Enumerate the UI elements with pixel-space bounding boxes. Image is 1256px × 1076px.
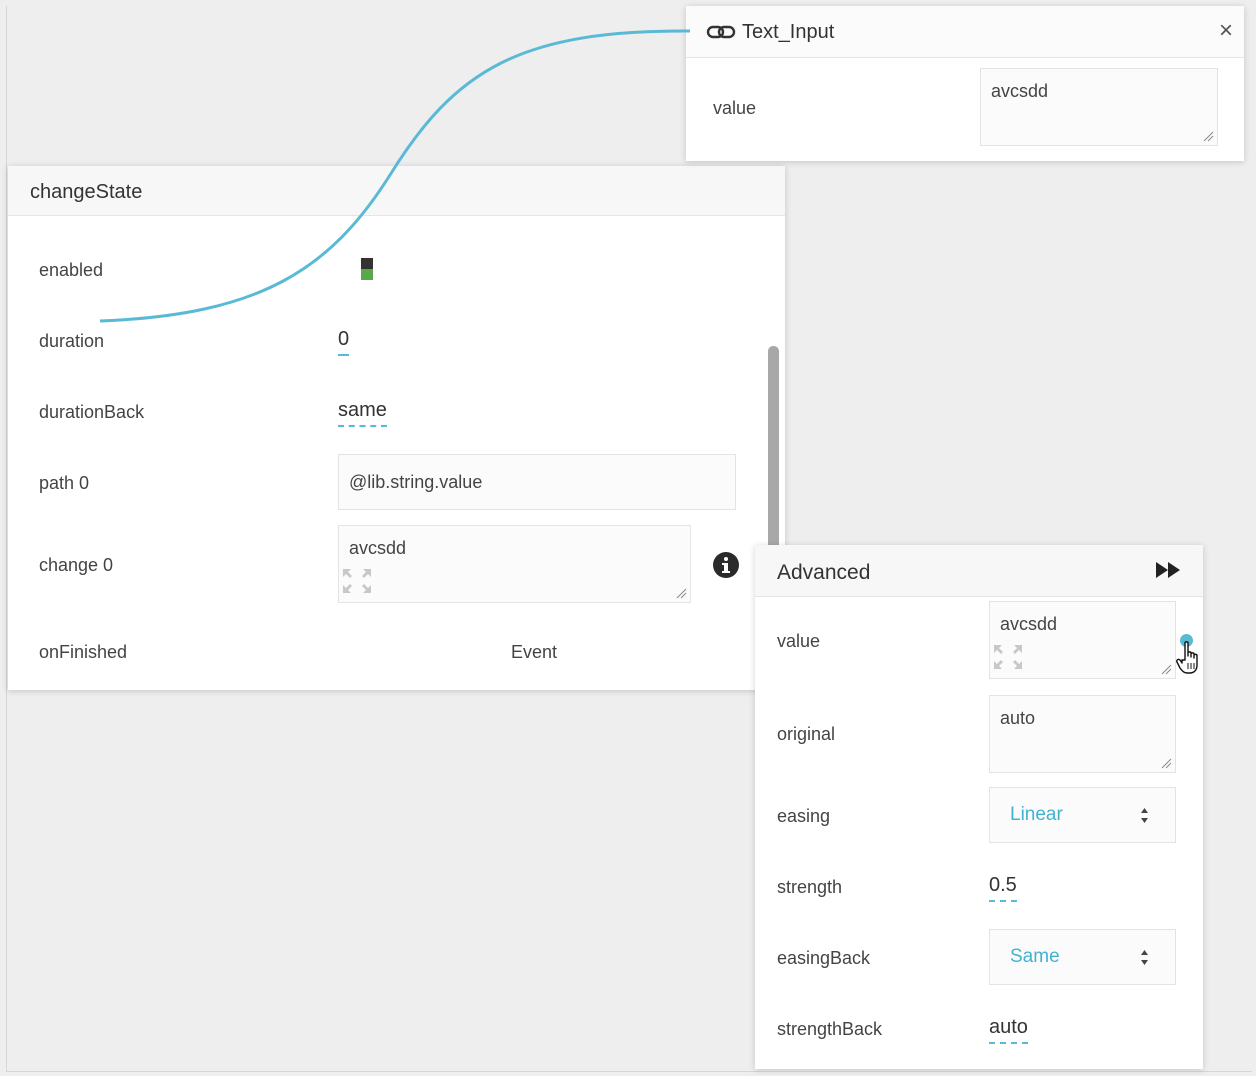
change-state-panel: changeState enabled duration 0 durationB… xyxy=(8,166,785,726)
on-finished-label: onFinished xyxy=(39,642,128,662)
text-input-value-textarea[interactable]: avcsdd xyxy=(980,68,1218,146)
text-input-header[interactable]: Text_Input × xyxy=(686,6,1244,58)
link-icon xyxy=(706,25,736,39)
change-textarea-text: avcsdd xyxy=(349,538,407,558)
text-input-value-text: avcsdd xyxy=(991,81,1049,101)
easing-select-value: Linear xyxy=(1010,804,1063,825)
fast-forward-icon[interactable] xyxy=(1154,560,1184,580)
close-icon[interactable]: × xyxy=(1219,17,1233,45)
easing-back-select[interactable]: Same xyxy=(989,929,1176,985)
path-label: path 0 xyxy=(39,473,90,493)
change-label: change 0 xyxy=(39,555,114,575)
advanced-value-textarea[interactable]: avcsdd xyxy=(989,601,1176,679)
duration-label: duration xyxy=(39,331,105,351)
expand-icon[interactable] xyxy=(991,642,1025,672)
resize-grip-icon[interactable] xyxy=(676,588,687,599)
easing-label: easing xyxy=(777,806,831,826)
strength-back-value[interactable]: auto xyxy=(989,1016,1028,1044)
enabled-toggle[interactable] xyxy=(361,258,373,280)
resize-grip-icon[interactable] xyxy=(1161,664,1172,675)
original-text: auto xyxy=(1000,708,1036,728)
strength-back-label: strengthBack xyxy=(777,1019,883,1039)
change-state-title: changeState xyxy=(30,181,143,203)
change-state-header[interactable]: changeState xyxy=(8,166,785,216)
duration-value[interactable]: 0 xyxy=(338,328,350,356)
easing-select[interactable]: Linear xyxy=(989,787,1176,843)
strength-value[interactable]: 0.5 xyxy=(989,874,1017,902)
advanced-title: Advanced xyxy=(777,561,871,584)
duration-back-label: durationBack xyxy=(39,402,145,422)
advanced-panel: Advanced value avcsdd original auto easi… xyxy=(755,545,1203,1069)
easing-back-label: easingBack xyxy=(777,948,871,968)
strength-label: strength xyxy=(777,877,843,897)
enabled-label: enabled xyxy=(39,260,104,280)
select-arrows-icon xyxy=(1141,950,1148,965)
duration-back-value[interactable]: same xyxy=(338,399,387,427)
text-input-value-label: value xyxy=(713,98,757,118)
text-input-panel: Text_Input × value avcsdd xyxy=(686,6,1244,161)
path-input[interactable]: @lib.string.value xyxy=(338,454,736,510)
easing-back-select-value: Same xyxy=(1010,946,1060,967)
on-finished-value[interactable]: Event xyxy=(511,642,557,663)
advanced-value-text: avcsdd xyxy=(1000,614,1058,634)
expand-icon[interactable] xyxy=(340,566,374,596)
path-input-text: @lib.string.value xyxy=(349,472,483,492)
text-input-title: Text_Input xyxy=(742,21,835,43)
original-textarea[interactable]: auto xyxy=(989,695,1176,773)
original-label: original xyxy=(777,724,836,744)
hand-cursor-icon xyxy=(1176,641,1198,674)
select-arrows-icon xyxy=(1141,808,1148,823)
advanced-header[interactable]: Advanced xyxy=(755,545,1203,597)
resize-grip-icon[interactable] xyxy=(1161,758,1172,769)
advanced-value-label: value xyxy=(777,631,821,651)
change-textarea[interactable]: avcsdd xyxy=(338,525,691,603)
resize-grip-icon[interactable] xyxy=(1203,131,1214,142)
info-icon[interactable] xyxy=(712,551,740,579)
